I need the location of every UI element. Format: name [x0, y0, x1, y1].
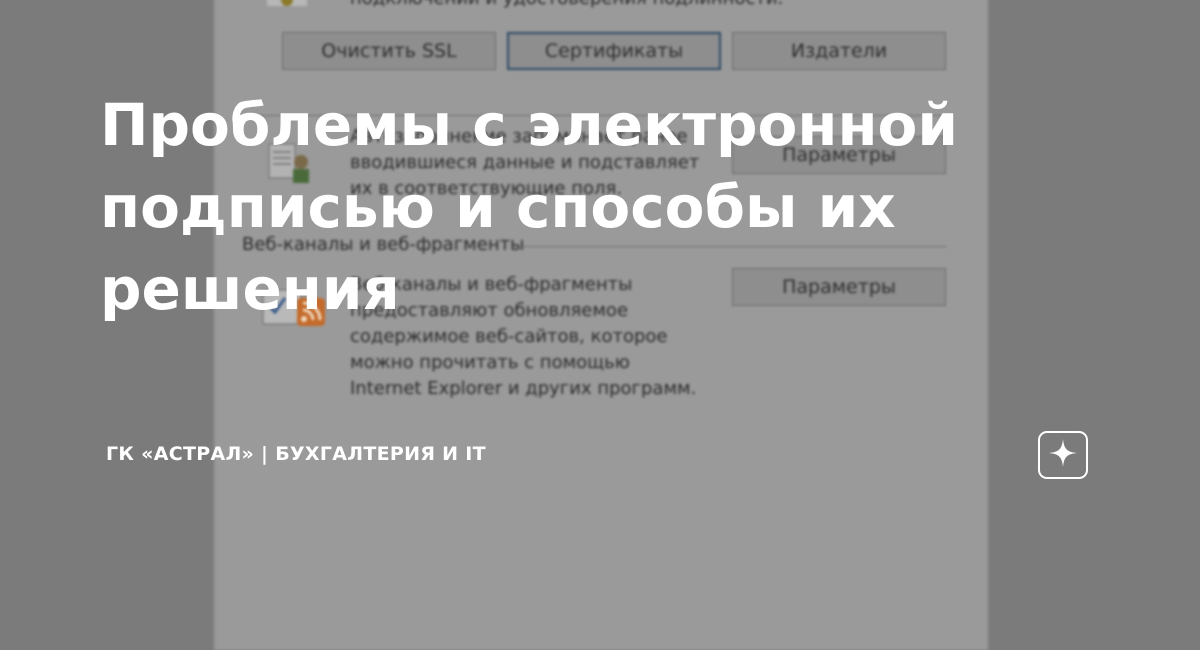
sparkle-icon: [1048, 438, 1078, 472]
feeds-line: Internet Explorer и других программ.: [350, 378, 697, 399]
certificates-button[interactable]: Сертификаты: [507, 32, 721, 70]
article-title: Проблемы с электронной подписью и способ…: [100, 91, 959, 323]
publishers-button[interactable]: Издатели: [732, 32, 946, 70]
zen-logo: [1038, 431, 1088, 479]
content-description-text: подключений и удостоверения подлинности.: [350, 0, 783, 12]
publisher-name: ГК «АСТРАЛ» | БУХГАЛТЕРИЯ И IT: [106, 443, 486, 465]
clear-ssl-button[interactable]: Очистить SSL: [282, 32, 496, 70]
certificate-icon: [265, 0, 311, 12]
feeds-line: можно прочитать с помощью: [350, 352, 630, 373]
